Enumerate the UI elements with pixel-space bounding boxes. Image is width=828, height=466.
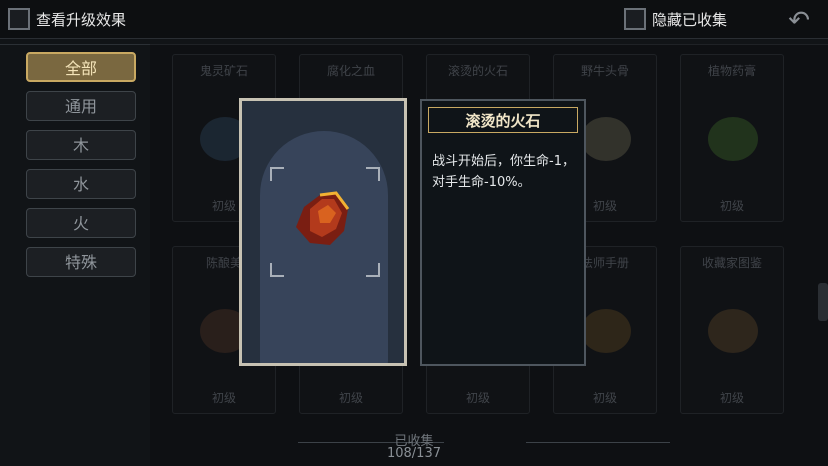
item-description: 战斗开始后，你生命-1，对手生命-10%。 — [432, 154, 575, 190]
item-name: 滚烫的火石 — [428, 107, 578, 133]
frame-corner-icon — [366, 263, 380, 277]
frame-corner-icon — [270, 263, 284, 277]
sidebar-item-wood[interactable]: 木 — [26, 130, 136, 160]
item-info-panel: 滚烫的火石 战斗开始后，你生命-1，对手生命-10%。 — [420, 99, 586, 366]
back-arrow-icon[interactable]: ↶ — [788, 6, 810, 36]
collected-count: 108/137 — [386, 446, 441, 461]
hot-flint-icon — [296, 191, 350, 245]
sidebar-item-water[interactable]: 水 — [26, 169, 136, 199]
sidebar-item-all[interactable]: 全部 — [26, 52, 136, 82]
sidebar-item-general[interactable]: 通用 — [26, 91, 136, 121]
sidebar-item-fire[interactable]: 火 — [26, 208, 136, 238]
upgrade-effect-label[interactable]: 查看升级效果 — [36, 9, 126, 30]
item-preview-panel — [239, 98, 407, 366]
sidebar-item-special[interactable]: 特殊 — [26, 247, 136, 277]
hide-collected-checkbox[interactable] — [624, 8, 646, 30]
hide-collected-label[interactable]: 隐藏已收集 — [652, 9, 727, 30]
frame-corner-icon — [366, 167, 380, 181]
grid-scrollbar[interactable] — [818, 283, 828, 321]
top-bar: 查看升级效果 隐藏已收集 ↶ — [0, 0, 828, 39]
frame-corner-icon — [270, 167, 284, 181]
upgrade-effect-checkbox[interactable] — [8, 8, 30, 30]
